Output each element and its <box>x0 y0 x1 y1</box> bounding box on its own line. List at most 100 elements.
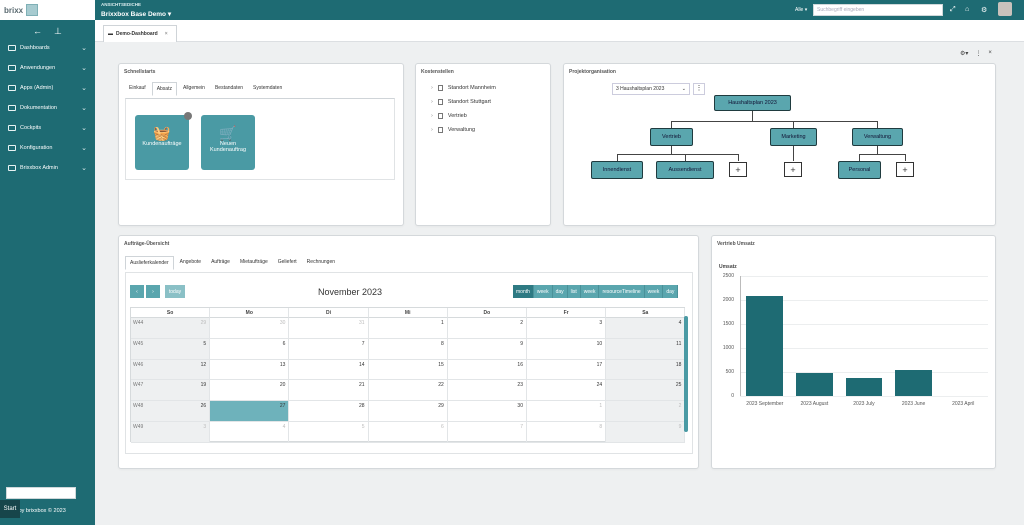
calendar-day-cell[interactable]: 15 <box>368 359 448 381</box>
calendar-day-cell[interactable]: 9 <box>447 338 527 360</box>
view-day[interactable]: day <box>552 285 568 298</box>
calendar-day-cell[interactable]: 20 <box>210 380 290 402</box>
org-node-marketing[interactable]: Marketing <box>770 128 817 146</box>
add-node-button[interactable]: + <box>896 162 914 177</box>
tab-rechnungen[interactable]: Rechnungen <box>303 256 339 270</box>
calendar-day-cell[interactable]: 9 <box>606 422 686 443</box>
global-search-input[interactable]: Suchbegriff eingeben <box>813 4 943 16</box>
back-arrow-icon[interactable]: ← <box>33 26 42 37</box>
tab-mietauftraege[interactable]: Mietaufträge <box>236 256 272 270</box>
plan-select[interactable]: 3 Haushaltsplan 2023 ⌄ <box>612 83 690 95</box>
calendar-day-cell[interactable]: 29 <box>368 401 448 422</box>
sidebar-item-brixxbox-admin[interactable]: Brixxbox Admin ⌄ <box>0 160 95 176</box>
view-timeline-week[interactable]: week <box>644 285 664 298</box>
tab-einkauf[interactable]: Einkauf <box>125 82 150 96</box>
org-leaf-aussendienst[interactable]: Aussendienst <box>656 161 714 179</box>
tree-item[interactable]: › Standort Stuttgart <box>431 99 491 105</box>
calendar-day-cell[interactable]: 8 <box>527 422 607 443</box>
expand-icon[interactable]: ⤢ <box>950 6 956 14</box>
tile-kundenauftraege[interactable]: 🧺 Kundenaufträge <box>135 112 192 170</box>
pin-icon[interactable]: ⊥ <box>54 26 62 37</box>
calendar-day-cell[interactable]: 6 <box>210 338 290 360</box>
calendar-day-cell[interactable]: 17 <box>527 359 607 381</box>
calendar-day-cell[interactable]: 5 <box>289 422 369 443</box>
calendar-day-cell[interactable]: 4 <box>606 318 686 339</box>
calendar-day-cell[interactable]: 21 <box>289 380 369 402</box>
view-list-week[interactable]: week <box>580 285 600 298</box>
home-icon[interactable]: ⌂ <box>965 6 969 13</box>
chart-bar[interactable] <box>845 378 883 396</box>
calendar-day-cell[interactable]: 27 <box>210 401 290 422</box>
logo[interactable]: brixx <box>0 0 95 20</box>
view-resource-timeline[interactable]: resourceTimeline <box>599 285 645 298</box>
chart-bar[interactable] <box>746 296 784 396</box>
calendar-day-cell[interactable]: 22 <box>368 380 448 402</box>
sidebar-item-anwendungen[interactable]: Anwendungen ⌄ <box>0 60 95 76</box>
calendar-day-cell[interactable]: 1 <box>368 318 448 339</box>
calendar-day-cell[interactable]: 2 <box>606 401 686 422</box>
calendar-day-cell[interactable]: 8 <box>368 338 448 360</box>
calendar-day-cell[interactable]: 3 <box>527 318 607 339</box>
sidebar-item-apps-admin[interactable]: Apps (Admin) ⌄ <box>0 80 95 96</box>
search-filter-dropdown[interactable]: Alle ▾ <box>795 7 807 13</box>
tree-item[interactable]: › Verwaltung <box>431 127 475 133</box>
chart-bar[interactable] <box>796 372 833 396</box>
tab-bestandaten[interactable]: Bestandaten <box>211 82 247 96</box>
tab-absatz[interactable]: Absatz <box>151 82 177 96</box>
org-leaf-personal[interactable]: Personal <box>838 161 881 179</box>
calendar-day-cell[interactable]: 24 <box>527 380 607 402</box>
calendar-day-cell[interactable]: 30 <box>447 401 527 422</box>
org-leaf-innendienst[interactable]: Innendienst <box>591 161 643 179</box>
today-button[interactable]: today <box>165 285 185 298</box>
settings-icon[interactable]: ⚙ <box>981 6 987 14</box>
calendar-day-cell[interactable]: 18 <box>606 359 686 381</box>
close-icon[interactable]: × <box>988 50 992 57</box>
calendar-day-cell[interactable]: 10 <box>527 338 607 360</box>
next-button[interactable]: › <box>146 285 160 298</box>
sidebar-item-konfiguration[interactable]: Konfiguration ⌄ <box>0 140 95 156</box>
calendar-day-cell[interactable]: 6 <box>368 422 448 443</box>
calendar-day-cell[interactable]: 11 <box>606 338 686 360</box>
org-root[interactable]: Haushaltsplan 2023 <box>714 95 791 111</box>
gear-icon[interactable]: ⚙▾ <box>960 50 968 57</box>
sidebar-item-dokumentation[interactable]: Dokumentation ⌄ <box>0 100 95 116</box>
org-node-verwaltung[interactable]: Verwaltung <box>852 128 903 146</box>
start-button[interactable]: Start <box>0 500 20 518</box>
add-node-button[interactable]: + <box>729 162 747 177</box>
tab-geliefert[interactable]: Geliefert <box>274 256 301 270</box>
view-week[interactable]: week <box>533 285 553 298</box>
avatar[interactable] <box>998 2 1012 16</box>
tab-allgemein[interactable]: Allgemein <box>179 82 209 96</box>
more-icon[interactable]: ⋮ <box>693 83 705 95</box>
tab-auftraege[interactable]: Aufträge <box>207 256 234 270</box>
prev-button[interactable]: ‹ <box>130 285 144 298</box>
calendar-day-cell[interactable]: 2 <box>447 318 527 339</box>
view-month[interactable]: month <box>513 285 534 298</box>
tile-neuer-kundenauftrag[interactable]: 🛒 Neuen Kundenauftrag <box>201 115 255 170</box>
calendar-day-cell[interactable]: 23 <box>447 380 527 402</box>
tab-angebote[interactable]: Angebote <box>176 256 205 270</box>
org-node-vertrieb[interactable]: Vertrieb <box>650 128 693 146</box>
calendar-scrollbar[interactable] <box>684 316 688 432</box>
add-node-button[interactable]: + <box>784 162 802 177</box>
calendar-day-cell[interactable]: 7 <box>447 422 527 443</box>
chart-bar[interactable] <box>895 369 932 396</box>
app-selector[interactable]: Brixxbox Base Demo ▾ <box>101 10 171 18</box>
calendar-day-cell[interactable]: 14 <box>289 359 369 381</box>
sidebar-search-input[interactable] <box>6 487 76 499</box>
tree-item[interactable]: › Standort Mannheim <box>431 85 496 91</box>
calendar-day-cell[interactable]: 4 <box>210 422 290 443</box>
view-list[interactable]: list <box>567 285 581 298</box>
tree-item[interactable]: › Vertrieb <box>431 113 467 119</box>
sidebar-item-dashboards[interactable]: Dashboards ⌄ <box>0 40 95 56</box>
sidebar-item-cockpits[interactable]: Cockpits ⌄ <box>0 120 95 136</box>
tab-auslieferkalender[interactable]: Auslieferkalender <box>125 256 174 270</box>
view-timeline-day[interactable]: day <box>663 285 679 298</box>
tab-systemdaten[interactable]: Systemdaten <box>249 82 286 96</box>
calendar-day-cell[interactable]: 25 <box>606 380 686 402</box>
calendar-day-cell[interactable]: 28 <box>289 401 369 422</box>
tab-demo-dashboard[interactable]: ▬ Demo-Dashboard × <box>103 25 177 42</box>
calendar-day-cell[interactable]: 1 <box>527 401 607 422</box>
close-icon[interactable]: × <box>165 31 168 37</box>
calendar-day-cell[interactable]: 7 <box>289 338 369 360</box>
